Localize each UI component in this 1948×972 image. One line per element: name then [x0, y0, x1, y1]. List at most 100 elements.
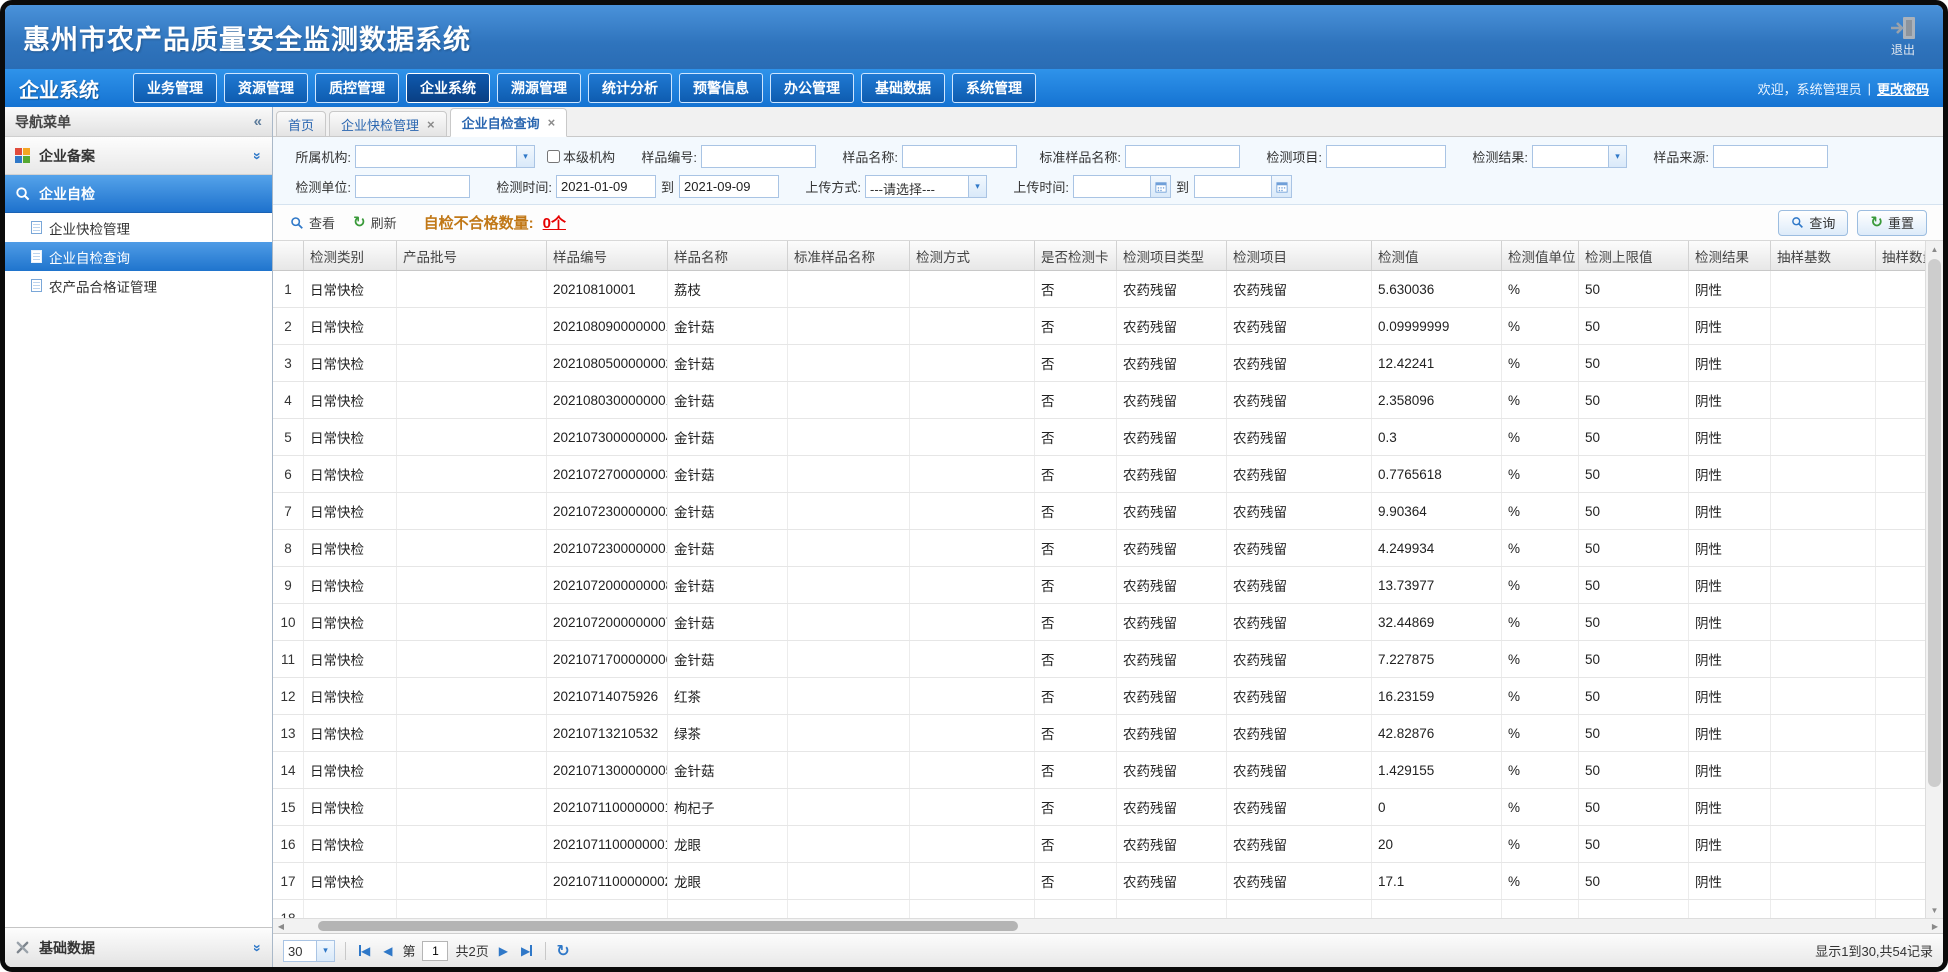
- table-row[interactable]: 11日常快检2021071700000006金针菇否农药残留农药残留7.2278…: [273, 641, 1925, 678]
- table-row[interactable]: 5日常快检2021073000000004金针菇否农药残留农药残留0.3%50阴…: [273, 419, 1925, 456]
- tab-close-icon[interactable]: ×: [548, 116, 556, 129]
- page-size-select[interactable]: 30 ▾: [283, 940, 335, 962]
- tab-close-icon[interactable]: ×: [427, 118, 435, 131]
- test-item-input[interactable]: [1326, 145, 1446, 168]
- table-row[interactable]: 17日常快检2021071100000002龙眼否农药残留农药残留17.1%50…: [273, 863, 1925, 900]
- table-row[interactable]: 16日常快检2021071100000001龙眼否农药残留农药残留20%50阴性: [273, 826, 1925, 863]
- nav-menu-item[interactable]: 办公管理: [770, 73, 854, 103]
- expand-chevron-icon[interactable]: »: [250, 944, 266, 952]
- dropdown-arrow-icon[interactable]: ▾: [316, 941, 334, 961]
- column-header[interactable]: 检测上限值: [1579, 241, 1689, 270]
- sidebar-subitem[interactable]: 农产品合格证管理: [5, 271, 272, 300]
- column-header[interactable]: 检测结果: [1689, 241, 1771, 270]
- table-row[interactable]: 6日常快检2021072700000003金针菇否农药残留农药残留0.77656…: [273, 456, 1925, 493]
- upload-time-to-datebox[interactable]: [1194, 175, 1292, 198]
- column-header[interactable]: 检测值: [1372, 241, 1502, 270]
- prev-page-button[interactable]: ◀: [380, 942, 395, 960]
- column-header[interactable]: 检测项目类型: [1117, 241, 1227, 270]
- table-row[interactable]: 14日常快检2021071300000005金针菇否农药残留农药残留1.4291…: [273, 752, 1925, 789]
- horizontal-scrollbar[interactable]: ◀ ▶: [273, 918, 1943, 933]
- sidebar-group-base-data[interactable]: 基础数据 »: [5, 927, 272, 967]
- dropdown-arrow-icon[interactable]: ▾: [968, 176, 986, 197]
- vertical-scroll-thumb[interactable]: [1928, 259, 1941, 787]
- nav-menu-item[interactable]: 系统管理: [952, 73, 1036, 103]
- local-org-checkbox[interactable]: [547, 150, 560, 163]
- nav-menu-item[interactable]: 资源管理: [224, 73, 308, 103]
- sidebar-subitem[interactable]: 企业自检查询: [5, 242, 272, 271]
- column-header-rownum[interactable]: [273, 241, 304, 270]
- table-row[interactable]: 15日常快检2021071100000001枸杞子否农药残留农药残留0%50阴性: [273, 789, 1925, 826]
- std-sample-name-input[interactable]: [1125, 145, 1240, 168]
- column-header[interactable]: 样品编号: [547, 241, 668, 270]
- column-header[interactable]: 是否检测卡: [1035, 241, 1117, 270]
- nav-menu-item[interactable]: 企业系统: [406, 73, 490, 103]
- tab-1[interactable]: 企业快检管理×: [329, 111, 447, 137]
- org-select[interactable]: ▾: [355, 145, 535, 168]
- upload-time-from-datebox[interactable]: [1073, 175, 1171, 198]
- horizontal-scroll-thumb[interactable]: [318, 921, 1018, 931]
- view-button[interactable]: 查看: [283, 210, 342, 235]
- query-button[interactable]: 查询: [1778, 210, 1848, 236]
- table-row[interactable]: 2日常快检2021080900000001金针菇否农药残留农药残留0.09999…: [273, 308, 1925, 345]
- scroll-up-icon[interactable]: ▲: [1926, 241, 1943, 257]
- expand-chevron-icon[interactable]: »: [250, 152, 266, 160]
- column-header[interactable]: 产品批号: [397, 241, 547, 270]
- scroll-right-icon[interactable]: ▶: [1927, 919, 1943, 933]
- column-header[interactable]: 抽样数量: [1876, 241, 1925, 270]
- fail-count-value[interactable]: 0个: [543, 212, 566, 233]
- dropdown-arrow-icon[interactable]: ▾: [1608, 146, 1626, 167]
- logout-button[interactable]: 退出: [1889, 16, 1925, 58]
- reset-button[interactable]: ↻ 重置: [1857, 210, 1927, 236]
- scroll-left-icon[interactable]: ◀: [273, 919, 289, 933]
- table-row[interactable]: 3日常快检2021080500000002金针菇否农药残留农药残留12.4224…: [273, 345, 1925, 382]
- tab-2[interactable]: 企业自检查询×: [450, 108, 568, 137]
- test-time-from-input[interactable]: [556, 175, 656, 198]
- table-row[interactable]: 9日常快检2021072000000008金针菇否农药残留农药残留13.7397…: [273, 567, 1925, 604]
- pagination-refresh-icon[interactable]: ↻: [556, 941, 569, 961]
- calendar-icon[interactable]: [1271, 176, 1291, 197]
- sidebar-group-company-record[interactable]: 企业备案 »: [5, 137, 272, 175]
- table-row[interactable]: 7日常快检2021072300000002金针菇否农药残留农药残留9.90364…: [273, 493, 1925, 530]
- upload-time-from-input[interactable]: [1074, 177, 1150, 196]
- sample-source-input[interactable]: [1713, 145, 1828, 168]
- table-row[interactable]: 8日常快检2021072300000001金针菇否农药残留农药残留4.24993…: [273, 530, 1925, 567]
- upload-time-to-input[interactable]: [1195, 177, 1271, 196]
- dropdown-arrow-icon[interactable]: ▾: [516, 146, 534, 167]
- sample-name-input[interactable]: [902, 145, 1017, 168]
- test-result-select[interactable]: ▾: [1532, 145, 1627, 168]
- column-header[interactable]: 标准样品名称: [788, 241, 910, 270]
- scroll-down-icon[interactable]: ▼: [1926, 902, 1943, 918]
- nav-menu-item[interactable]: 质控管理: [315, 73, 399, 103]
- change-password-link[interactable]: 更改密码: [1877, 79, 1929, 98]
- nav-menu-item[interactable]: 基础数据: [861, 73, 945, 103]
- refresh-button[interactable]: ↻ 刷新: [346, 210, 404, 235]
- page-number-input[interactable]: [422, 941, 448, 961]
- nav-menu-item[interactable]: 业务管理: [133, 73, 217, 103]
- column-header[interactable]: 检测方式: [910, 241, 1035, 270]
- nav-menu-item[interactable]: 统计分析: [588, 73, 672, 103]
- sidebar-subitem[interactable]: 企业快检管理: [5, 213, 272, 242]
- column-header[interactable]: 抽样基数: [1771, 241, 1876, 270]
- column-header[interactable]: 检测值单位: [1502, 241, 1579, 270]
- table-row[interactable]: 18: [273, 900, 1925, 918]
- sidebar-group-self-check[interactable]: 企业自检: [5, 175, 272, 213]
- sidebar-collapse-icon[interactable]: «: [254, 113, 262, 130]
- test-time-to-input[interactable]: [679, 175, 779, 198]
- nav-menu-item[interactable]: 预警信息: [679, 73, 763, 103]
- next-page-button[interactable]: ▶: [496, 942, 511, 960]
- table-row[interactable]: 13日常快检20210713210532绿茶否农药残留农药残留42.82876%…: [273, 715, 1925, 752]
- first-page-button[interactable]: ◀: [356, 942, 373, 960]
- table-row[interactable]: 1日常快检20210810001荔枝否农药残留农药残留5.630036%50阴性: [273, 271, 1925, 308]
- column-header[interactable]: 检测类别: [304, 241, 397, 270]
- nav-menu-item[interactable]: 溯源管理: [497, 73, 581, 103]
- column-header[interactable]: 检测项目: [1227, 241, 1372, 270]
- test-unit-input[interactable]: [355, 175, 470, 198]
- vertical-scrollbar[interactable]: ▲ ▼: [1925, 241, 1943, 918]
- table-row[interactable]: 10日常快检2021072000000007金针菇否农药残留农药残留32.448…: [273, 604, 1925, 641]
- table-row[interactable]: 4日常快检2021080300000001金针菇否农药残留农药残留2.35809…: [273, 382, 1925, 419]
- column-header[interactable]: 样品名称: [668, 241, 788, 270]
- upload-method-select[interactable]: ---请选择--- ▾: [865, 175, 987, 198]
- calendar-icon[interactable]: [1150, 176, 1170, 197]
- sample-no-input[interactable]: [701, 145, 816, 168]
- table-row[interactable]: 12日常快检20210714075926红茶否农药残留农药残留16.23159%…: [273, 678, 1925, 715]
